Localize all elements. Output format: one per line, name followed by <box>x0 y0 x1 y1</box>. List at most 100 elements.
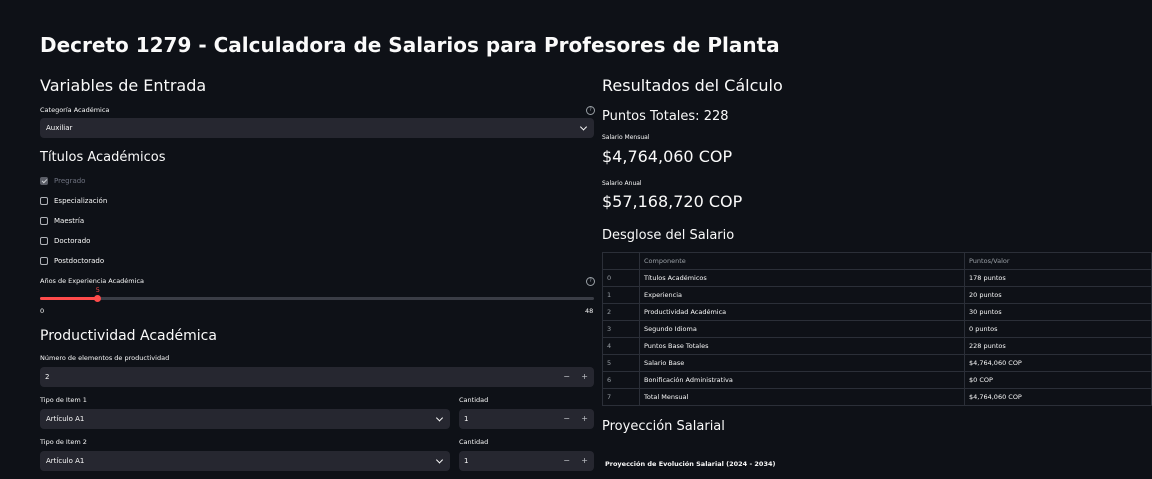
table-cell: 178 puntos <box>964 269 1152 287</box>
checkbox-doctorado[interactable]: Doctorado <box>40 236 90 246</box>
page-title: Decreto 1279 - Calculadora de Salarios p… <box>40 33 780 57</box>
experiencia-label: Años de Experiencia Académica <box>40 277 144 285</box>
table-row: 2 Productividad Académica 30 puntos <box>602 303 1152 321</box>
table-cell-index: 6 <box>602 371 640 389</box>
table-header-index <box>602 252 640 270</box>
cantidad-1-label: Cantidad <box>459 396 489 404</box>
table-row: 4 Puntos Base Totales 228 puntos <box>602 337 1152 355</box>
tipo-item-2-label: Tipo de Item 2 <box>40 438 87 446</box>
table-cell: Puntos Base Totales <box>639 337 965 355</box>
tipo-item-1-select[interactable]: Artículo A1 <box>40 409 450 429</box>
num-elementos-value: 2 <box>45 373 50 381</box>
table-header: Puntos/Valor <box>964 252 1152 270</box>
table-cell-index: 1 <box>602 286 640 304</box>
slider-min: 0 <box>40 307 45 315</box>
cantidad-2-value: 1 <box>464 457 469 465</box>
categoria-label: Categoría Académica <box>40 106 110 114</box>
cantidad-2-label: Cantidad <box>459 438 489 446</box>
checkbox-icon[interactable] <box>40 217 48 225</box>
table-cell: $4,764,060 COP <box>964 354 1152 372</box>
table-cell: Títulos Académicos <box>639 269 965 287</box>
table-row: 6 Bonificación Administrativa $0 COP <box>602 371 1152 389</box>
checkbox-label: Postdoctorado <box>54 257 105 265</box>
table-cell-index: 0 <box>602 269 640 287</box>
table-cell-index: 2 <box>602 303 640 321</box>
checkbox-postdoctorado[interactable]: Postdoctorado <box>40 256 104 266</box>
table-cell: $4,764,060 COP <box>964 388 1152 406</box>
table-cell-index: 5 <box>602 354 640 372</box>
table-cell: Bonificación Administrativa <box>639 371 965 389</box>
table-cell: Productividad Académica <box>639 303 965 321</box>
table-cell: 0 puntos <box>964 320 1152 338</box>
slider-handle[interactable] <box>94 295 102 302</box>
table-row: 0 Títulos Académicos 178 puntos <box>602 269 1152 287</box>
table-row: 7 Total Mensual $4,764,060 COP <box>602 388 1152 406</box>
table-row: 5 Salario Base $4,764,060 COP <box>602 354 1152 372</box>
checkbox-maestria[interactable]: Maestría <box>40 216 84 226</box>
table-cell-index: 4 <box>602 337 640 355</box>
plus-button[interactable]: + <box>581 409 588 429</box>
table-cell: 228 puntos <box>964 337 1152 355</box>
inputs-heading: Variables de Entrada <box>40 76 207 95</box>
categoria-value: Auxiliar <box>46 124 73 132</box>
num-elementos-label: Número de elementos de productividad <box>40 354 170 362</box>
tipo-item-2-value: Artículo A1 <box>46 457 85 465</box>
tipo-item-1-label: Tipo de Item 1 <box>40 396 87 404</box>
table-cell: 20 puntos <box>964 286 1152 304</box>
salario-mensual-label: Salario Mensual <box>602 134 650 141</box>
checkbox-label: Doctorado <box>54 237 91 245</box>
minus-button[interactable]: − <box>563 409 570 429</box>
salario-anual-value: $57,168,720 COP <box>602 192 743 211</box>
table-cell: $0 COP <box>964 371 1152 389</box>
table-cell: Experiencia <box>639 286 965 304</box>
chevron-down-icon <box>579 123 588 131</box>
table-cell: 30 puntos <box>964 303 1152 321</box>
results-heading: Resultados del Cálculo <box>602 76 783 95</box>
checkbox-checked-icon <box>40 177 48 185</box>
num-elementos-input[interactable]: 2 − + <box>40 367 594 387</box>
table-row: 3 Segundo Idioma 0 puntos <box>602 320 1152 338</box>
checkbox-label: Especialización <box>54 197 108 205</box>
table-cell-index: 7 <box>602 388 640 406</box>
chart-title: Proyección de Evolución Salarial (2024 -… <box>605 460 776 468</box>
productividad-heading: Productividad Académica <box>40 328 217 344</box>
help-icon[interactable]: ? <box>586 106 595 115</box>
table-cell: Total Mensual <box>639 388 965 406</box>
chevron-down-icon <box>435 456 444 464</box>
chevron-down-icon <box>435 414 444 422</box>
table-cell-index: 3 <box>602 320 640 338</box>
checkbox-icon[interactable] <box>40 197 48 205</box>
slider-fill <box>40 297 98 300</box>
table-cell: Segundo Idioma <box>639 320 965 338</box>
table-cell: Salario Base <box>639 354 965 372</box>
cantidad-1-value: 1 <box>464 415 469 423</box>
puntos-totales: Puntos Totales: 228 <box>602 109 729 124</box>
table-header-row: Componente Puntos/Valor <box>602 252 1152 270</box>
table-header: Componente <box>639 252 965 270</box>
slider-value: 5 <box>95 286 100 294</box>
slider-max: 48 <box>585 307 594 315</box>
salario-anual-label: Salario Anual <box>602 180 642 187</box>
desglose-heading: Desglose del Salario <box>602 228 735 243</box>
help-icon[interactable]: ? <box>586 277 595 286</box>
table-row: 1 Experiencia 20 puntos <box>602 286 1152 304</box>
checkbox-icon[interactable] <box>40 237 48 245</box>
desglose-table[interactable]: Componente Puntos/Valor 0 Títulos Académi… <box>602 252 1152 406</box>
tipo-item-1-value: Artículo A1 <box>46 415 85 423</box>
plus-button[interactable]: + <box>581 367 588 387</box>
experiencia-slider-track[interactable]: 5 <box>40 286 594 302</box>
titulos-heading: Títulos Académicos <box>40 150 166 165</box>
salario-mensual-value: $4,764,060 COP <box>602 147 733 166</box>
minus-button[interactable]: − <box>563 367 570 387</box>
checkbox-icon[interactable] <box>40 257 48 265</box>
checkbox-label: Maestría <box>54 217 85 225</box>
tipo-item-2-select[interactable]: Artículo A1 <box>40 451 450 471</box>
cantidad-1-input[interactable]: 1 − + <box>459 409 594 429</box>
minus-button[interactable]: − <box>563 451 570 471</box>
proyeccion-heading: Proyección Salarial <box>602 419 725 434</box>
plus-button[interactable]: + <box>581 451 588 471</box>
categoria-select[interactable]: Auxiliar <box>40 118 594 138</box>
checkbox-especializacion[interactable]: Especialización <box>40 196 107 206</box>
cantidad-2-input[interactable]: 1 − + <box>459 451 594 471</box>
checkbox-pregrado: Pregrado <box>40 176 85 186</box>
